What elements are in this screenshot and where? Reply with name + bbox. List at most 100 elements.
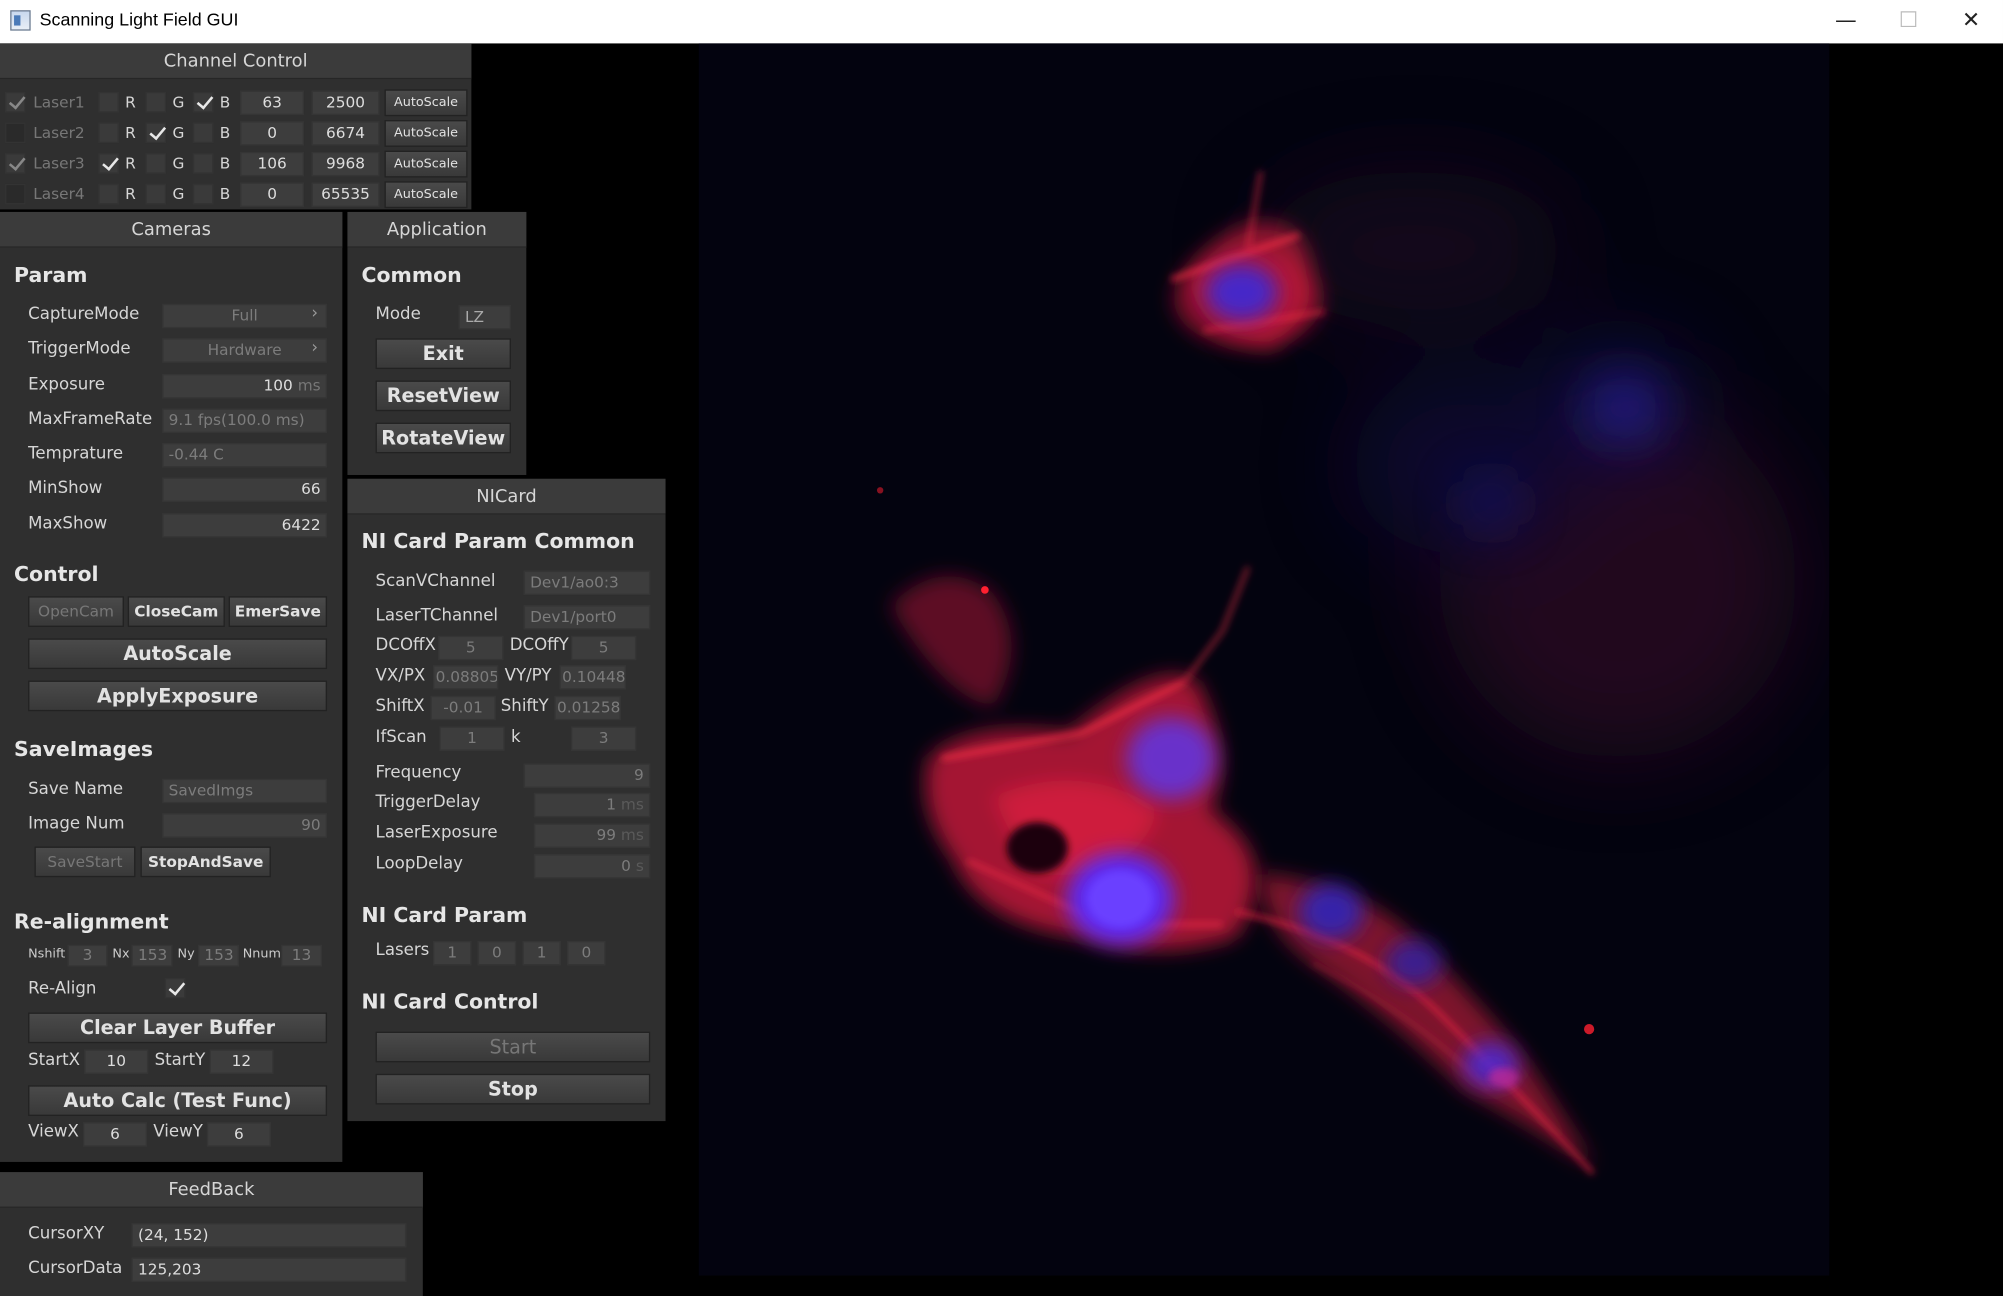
close-cam-button[interactable]: CloseCam bbox=[127, 596, 225, 627]
channel-4-max-input[interactable]: 65535 bbox=[311, 182, 380, 207]
channel-3-min-input[interactable]: 106 bbox=[240, 151, 305, 177]
viewy-input[interactable]: 6 bbox=[206, 1122, 271, 1147]
shiftx-input[interactable]: -0.01 bbox=[430, 695, 496, 721]
lasert-channel-field[interactable]: Dev1/port0 bbox=[523, 605, 651, 630]
apply-exposure-button[interactable]: ApplyExposure bbox=[28, 680, 328, 712]
nnum-input[interactable]: 13 bbox=[281, 944, 322, 967]
channel-1-enable-checkbox[interactable] bbox=[5, 91, 26, 113]
channel-2-enable-checkbox[interactable] bbox=[5, 122, 26, 144]
ny-input[interactable]: 153 bbox=[198, 944, 239, 967]
channel-4-b-checkbox[interactable] bbox=[192, 183, 214, 205]
channel-2-min-input[interactable]: 0 bbox=[240, 121, 305, 146]
channel-2-g-checkbox[interactable] bbox=[145, 122, 167, 144]
laser-4-input[interactable]: 0 bbox=[567, 941, 606, 966]
maximize-button[interactable]: ☐ bbox=[1877, 0, 1941, 43]
dcoffx-input[interactable]: 5 bbox=[438, 635, 504, 661]
feedback-title: FeedBack bbox=[0, 1172, 423, 1208]
nx-input[interactable]: 153 bbox=[131, 944, 173, 967]
start-button[interactable]: Start bbox=[375, 1031, 651, 1063]
channel-4-autoscale-button[interactable]: AutoScale bbox=[384, 181, 468, 209]
mode-select[interactable]: LZ bbox=[458, 305, 511, 330]
open-cam-button[interactable]: OpenCam bbox=[28, 596, 124, 627]
channel-1-max-input[interactable]: 2500 bbox=[311, 90, 380, 115]
channel-4-min-input[interactable]: 0 bbox=[240, 182, 305, 207]
realign-checkbox[interactable] bbox=[164, 978, 186, 999]
startx-input[interactable]: 10 bbox=[84, 1049, 149, 1074]
startx-label: StartX bbox=[28, 1050, 81, 1071]
clear-layer-buffer-button[interactable]: Clear Layer Buffer bbox=[28, 1012, 328, 1044]
emer-save-button[interactable]: EmerSave bbox=[228, 596, 328, 627]
temperature-label: Temprature bbox=[28, 444, 124, 464]
frequency-label: Frequency bbox=[375, 763, 462, 783]
ifscan-input[interactable]: 1 bbox=[439, 726, 505, 751]
autoscale-button[interactable]: AutoScale bbox=[28, 638, 328, 670]
trigger-mode-label: TriggerMode bbox=[28, 339, 131, 359]
channel-3-g-checkbox[interactable] bbox=[145, 153, 167, 174]
exposure-label: Exposure bbox=[28, 375, 105, 395]
vxpx-input[interactable]: 0.08805 bbox=[433, 665, 499, 690]
ni-card-control-heading: NI Card Control bbox=[361, 989, 539, 1014]
capture-mode-select[interactable]: Full bbox=[162, 303, 328, 329]
starty-input[interactable]: 12 bbox=[209, 1049, 274, 1074]
channel-4-g-label: G bbox=[172, 185, 185, 204]
channel-1-g-checkbox[interactable] bbox=[145, 91, 167, 113]
save-name-label: Save Name bbox=[28, 780, 124, 800]
vypy-input[interactable]: 0.10448 bbox=[559, 665, 626, 690]
trigger-delay-input[interactable]: 1 ms bbox=[533, 792, 651, 818]
trigger-mode-select[interactable]: Hardware bbox=[162, 338, 328, 363]
frequency-input[interactable]: 9 bbox=[523, 763, 651, 788]
cursor-xy-label: CursorXY bbox=[28, 1224, 105, 1244]
k-input[interactable]: 3 bbox=[571, 726, 637, 751]
viewx-input[interactable]: 6 bbox=[83, 1122, 147, 1147]
channel-4-enable-checkbox[interactable] bbox=[5, 183, 26, 205]
max-frame-rate-field: 9.1 fps(100.0 ms) bbox=[162, 408, 328, 433]
scanv-channel-field[interactable]: Dev1/ao0:3 bbox=[523, 570, 651, 596]
max-show-label: MaxShow bbox=[28, 514, 108, 534]
channel-3-enable-checkbox[interactable] bbox=[5, 153, 26, 174]
channel-2-r-checkbox[interactable] bbox=[98, 122, 119, 144]
image-viewport[interactable] bbox=[698, 43, 1830, 1276]
laser-2-input[interactable]: 0 bbox=[477, 941, 517, 966]
channel-3-autoscale-button[interactable]: AutoScale bbox=[384, 150, 468, 178]
channel-1-min-input[interactable]: 63 bbox=[240, 90, 305, 115]
channel-4-r-checkbox[interactable] bbox=[98, 183, 119, 205]
channel-1-r-checkbox[interactable] bbox=[98, 91, 119, 113]
channel-3-r-checkbox[interactable] bbox=[98, 153, 119, 174]
laser-exposure-label: LaserExposure bbox=[375, 823, 498, 843]
reset-view-button[interactable]: ResetView bbox=[375, 380, 511, 412]
image-num-input[interactable]: 90 bbox=[162, 813, 328, 838]
rotate-view-button[interactable]: RotateView bbox=[375, 422, 511, 454]
channel-1-g-label: G bbox=[172, 93, 185, 112]
shiftx-label: ShiftX bbox=[375, 697, 425, 717]
loop-delay-input[interactable]: 0 s bbox=[533, 854, 651, 879]
dcoffy-input[interactable]: 5 bbox=[571, 635, 637, 661]
nshift-input[interactable]: 3 bbox=[67, 944, 108, 967]
channel-2-autoscale-button[interactable]: AutoScale bbox=[384, 120, 468, 147]
channel-2-name: Laser2 bbox=[33, 123, 85, 142]
channel-2-b-checkbox[interactable] bbox=[192, 122, 214, 144]
stop-button[interactable]: Stop bbox=[375, 1073, 651, 1105]
exposure-input[interactable]: 100 ms bbox=[162, 374, 328, 399]
ni-card-param-heading: NI Card Param bbox=[361, 902, 528, 927]
save-start-button[interactable]: SaveStart bbox=[34, 846, 136, 878]
shifty-input[interactable]: 0.01258 bbox=[554, 695, 621, 721]
min-show-input[interactable]: 66 bbox=[162, 477, 328, 502]
mode-label: Mode bbox=[375, 305, 421, 325]
channel-3-b-checkbox[interactable] bbox=[192, 153, 214, 174]
channel-4-g-checkbox[interactable] bbox=[145, 183, 167, 205]
stop-and-save-button[interactable]: StopAndSave bbox=[140, 846, 271, 878]
channel-1-autoscale-button[interactable]: AutoScale bbox=[384, 89, 468, 117]
auto-calc-button[interactable]: Auto Calc (Test Func) bbox=[28, 1085, 328, 1116]
laser-exposure-input[interactable]: 99 ms bbox=[533, 823, 651, 848]
max-show-input[interactable]: 6422 bbox=[162, 513, 328, 538]
laser-3-input[interactable]: 1 bbox=[522, 941, 561, 966]
loop-delay-unit: s bbox=[635, 856, 644, 875]
save-name-input[interactable]: SavedImgs bbox=[162, 778, 328, 804]
close-button[interactable]: ✕ bbox=[1939, 0, 2003, 43]
channel-2-max-input[interactable]: 6674 bbox=[311, 121, 380, 146]
minimize-button[interactable]: — bbox=[1814, 0, 1878, 43]
channel-3-max-input[interactable]: 9968 bbox=[311, 151, 380, 177]
exit-button[interactable]: Exit bbox=[375, 338, 511, 370]
channel-1-b-checkbox[interactable] bbox=[192, 91, 214, 113]
laser-1-input[interactable]: 1 bbox=[433, 941, 472, 966]
